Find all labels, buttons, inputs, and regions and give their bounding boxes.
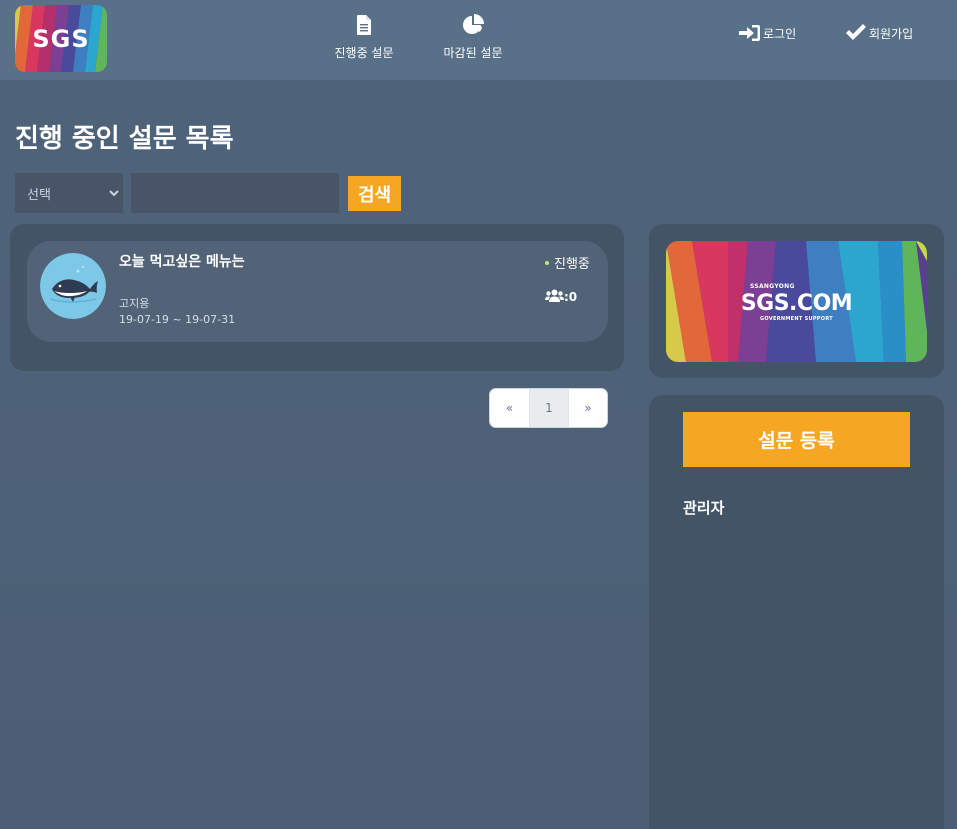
login-label: 로그인	[763, 26, 797, 41]
banner-subtitle: GOVERNMENT SUPPORT	[760, 316, 833, 322]
search-input[interactable]	[131, 173, 339, 213]
survey-status-label: 진행중	[554, 257, 590, 272]
banner-title: SGS.COM	[740, 291, 853, 316]
users-icon	[545, 289, 564, 305]
participant-count-value: :0	[564, 290, 578, 304]
status-dot-icon	[545, 260, 549, 265]
nav-ongoing-label: 진행중 설문	[334, 46, 394, 60]
pagination-page-1[interactable]: 1	[529, 389, 568, 427]
document-icon	[357, 14, 371, 36]
sign-in-icon	[739, 24, 761, 42]
check-icon	[845, 24, 867, 42]
participant-count: :0	[545, 289, 577, 305]
search-select-value: 선택	[27, 187, 51, 203]
survey-title: 오늘 먹고싶은 메뉴는	[119, 254, 245, 270]
top-navigation-bar: SGS 진행중 설문 마감된 설문 로그인 회원가입	[0, 0, 957, 80]
pie-chart-icon	[462, 14, 484, 36]
pagination-prev[interactable]: «	[490, 389, 529, 427]
banner-small-text: SSANGYONG	[750, 283, 795, 290]
survey-status: 진행중	[545, 253, 590, 272]
register-survey-button[interactable]: 설문 등록	[683, 412, 910, 467]
logo-text: SGS	[32, 24, 90, 53]
pagination-next[interactable]: »	[568, 389, 607, 427]
search-type-select[interactable]: 선택	[15, 173, 123, 213]
banner-text: SSANGYONG SGS.COM GOVERNMENT SUPPORT	[666, 241, 927, 362]
sgs-banner[interactable]: SSANGYONG SGS.COM GOVERNMENT SUPPORT	[666, 241, 927, 362]
search-button[interactable]: 검색	[348, 176, 401, 211]
nav-closed-surveys[interactable]: 마감된 설문	[441, 14, 505, 61]
nav-ongoing-surveys[interactable]: 진행중 설문	[332, 14, 396, 61]
pagination: « 1 »	[489, 388, 608, 428]
nav-closed-label: 마감된 설문	[443, 46, 503, 60]
chevron-down-icon	[109, 187, 119, 202]
admin-label: 관리자	[683, 499, 725, 517]
survey-card[interactable]	[27, 241, 608, 342]
whale-icon	[40, 253, 106, 319]
signup-label: 회원가입	[869, 26, 914, 41]
page-title: 진행 중인 설문 목록	[15, 124, 234, 154]
login-link[interactable]: 로그인	[739, 24, 796, 42]
sgs-logo[interactable]: SGS	[15, 5, 107, 72]
survey-author: 고지용	[119, 297, 150, 310]
survey-dates: 19-07-19 ~ 19-07-31	[119, 313, 236, 326]
signup-link[interactable]: 회원가입	[845, 24, 913, 42]
